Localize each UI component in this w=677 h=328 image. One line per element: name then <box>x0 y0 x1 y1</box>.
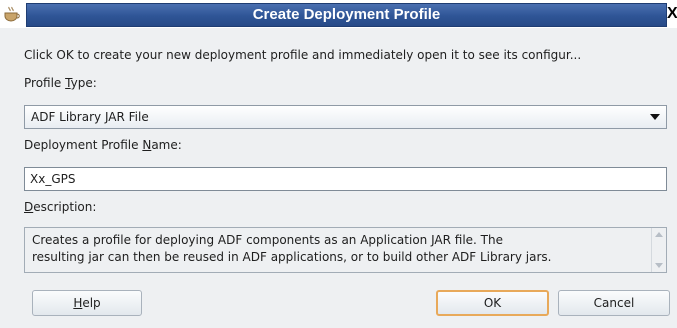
ok-button[interactable]: OK <box>436 290 549 316</box>
profile-name-label: Deployment Profile Name: <box>24 138 182 152</box>
description-label: Description: <box>24 200 96 214</box>
profile-type-selected-value: ADF Library JAR File <box>31 110 149 124</box>
description-label-suffix: escription: <box>33 200 97 214</box>
profile-name-label-prefix: Deployment Profile <box>24 138 143 152</box>
scroll-down-icon[interactable] <box>655 263 663 268</box>
description-text: Creates a profile for deploying ADF comp… <box>32 232 644 266</box>
profile-type-label: Profile Type: <box>24 76 97 90</box>
description-line-1: Creates a profile for deploying ADF comp… <box>32 233 503 247</box>
intro-text: Click OK to create your new deployment p… <box>24 48 582 62</box>
help-label-rest: elp <box>82 296 101 310</box>
help-mnemonic: H <box>73 296 83 310</box>
profile-name-input[interactable] <box>24 167 667 191</box>
profile-type-label-suffix: ype: <box>70 76 97 90</box>
profile-type-dropdown[interactable]: ADF Library JAR File <box>24 105 667 129</box>
description-scrollbar[interactable] <box>651 228 666 272</box>
profile-name-label-suffix: ame: <box>151 138 182 152</box>
dialog-content: Click OK to create your new deployment p… <box>0 28 677 328</box>
profile-type-label-prefix: Profile <box>24 76 66 90</box>
chevron-down-icon[interactable] <box>650 114 660 120</box>
title-bar: Create Deployment Profile X <box>0 0 677 28</box>
description-mnemonic: D <box>24 200 34 214</box>
coffee-cup-icon <box>3 6 21 22</box>
cancel-button[interactable]: Cancel <box>558 290 670 316</box>
profile-name-mnemonic: N <box>142 138 152 152</box>
scroll-up-icon[interactable] <box>655 232 663 237</box>
description-line-2: resulting jar can then be reused in ADF … <box>32 250 552 264</box>
window-title: Create Deployment Profile <box>252 6 441 23</box>
close-icon[interactable]: X <box>667 2 677 26</box>
description-textarea[interactable]: Creates a profile for deploying ADF comp… <box>24 227 667 273</box>
create-deployment-profile-dialog: Create Deployment Profile X Click OK to … <box>0 0 677 328</box>
help-button[interactable]: Help <box>32 290 142 316</box>
